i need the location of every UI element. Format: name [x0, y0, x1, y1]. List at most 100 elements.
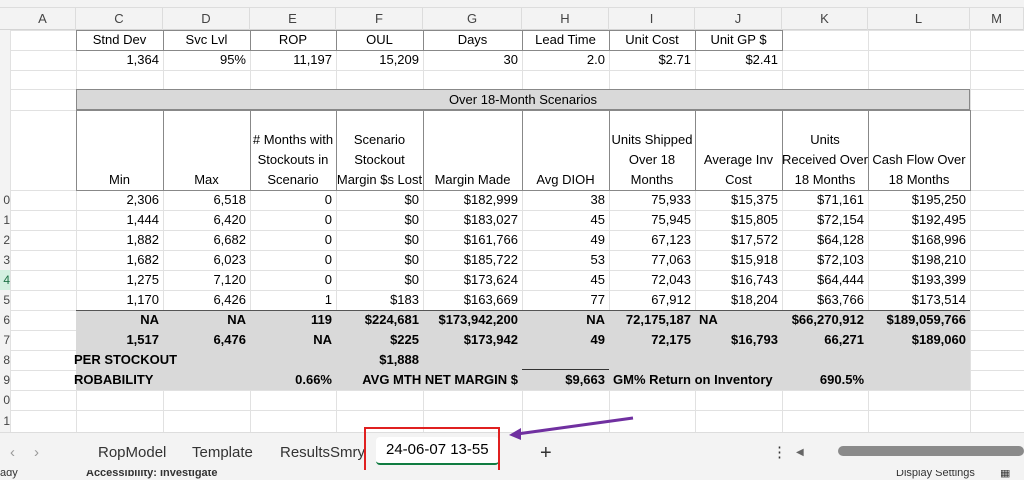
data-cell[interactable]: $0	[336, 270, 423, 290]
data-cell[interactable]: 1,682	[76, 250, 163, 270]
data-cell[interactable]: 7,120	[163, 270, 250, 290]
column-header-i[interactable]: I	[609, 8, 695, 30]
data-cell[interactable]: $15,805	[695, 210, 782, 230]
data-cell[interactable]: $15,375	[695, 190, 782, 210]
data-cell[interactable]: 1,170	[76, 290, 163, 310]
average-cell[interactable]: $189,060	[868, 330, 970, 350]
average-cell[interactable]: 49	[522, 330, 609, 350]
data-cell[interactable]: 2,306	[76, 190, 163, 210]
row-number[interactable]: 1	[0, 210, 10, 230]
data-cell[interactable]: $198,210	[868, 250, 970, 270]
data-cell[interactable]: $195,250	[868, 190, 970, 210]
row-number[interactable]: 5	[0, 290, 10, 310]
data-cell[interactable]: 1,275	[76, 270, 163, 290]
data-cell[interactable]: 6,682	[163, 230, 250, 250]
row-number[interactable]: 6	[0, 310, 10, 330]
data-cell[interactable]: 38	[522, 190, 609, 210]
add-sheet-button[interactable]: +	[530, 441, 562, 465]
data-cell[interactable]: 53	[522, 250, 609, 270]
data-cell[interactable]: 1,444	[76, 210, 163, 230]
row-number[interactable]	[0, 110, 10, 190]
horizontal-scrollbar[interactable]	[838, 446, 1024, 456]
data-cell[interactable]: $0	[336, 230, 423, 250]
column-header-m[interactable]: M	[970, 8, 1024, 30]
data-cell[interactable]: $18,204	[695, 290, 782, 310]
tab-template[interactable]: Template	[182, 441, 263, 465]
row-number[interactable]: 0	[0, 190, 10, 210]
data-cell[interactable]: $64,444	[782, 270, 868, 290]
data-cell[interactable]: 67,912	[609, 290, 695, 310]
data-cell[interactable]: $183	[336, 290, 423, 310]
data-cell[interactable]: 75,945	[609, 210, 695, 230]
column-header-e[interactable]: E	[250, 8, 336, 30]
total-cell[interactable]: $66,270,912	[782, 310, 868, 330]
data-cell[interactable]: 6,420	[163, 210, 250, 230]
data-cell[interactable]: 0	[250, 250, 336, 270]
data-cell[interactable]: $0	[336, 210, 423, 230]
data-cell[interactable]: 67,123	[609, 230, 695, 250]
data-cell[interactable]: 45	[522, 270, 609, 290]
data-cell[interactable]: $163,669	[423, 290, 522, 310]
total-cell[interactable]: NA	[76, 310, 163, 330]
display-settings[interactable]: Display Settings	[896, 470, 975, 479]
average-cell[interactable]: $173,942	[423, 330, 522, 350]
row-number[interactable]: 7	[0, 330, 10, 350]
data-cell[interactable]: 1,882	[76, 230, 163, 250]
param-value[interactable]: 1,364	[76, 50, 163, 70]
column-header-k[interactable]: K	[782, 8, 868, 30]
data-cell[interactable]: $0	[336, 190, 423, 210]
data-cell[interactable]: 0	[250, 230, 336, 250]
data-cell[interactable]: 6,023	[163, 250, 250, 270]
data-cell[interactable]: $168,996	[868, 230, 970, 250]
data-cell[interactable]: 77	[522, 290, 609, 310]
data-cell[interactable]: $185,722	[423, 250, 522, 270]
tab-ropmodel[interactable]: RopModel	[88, 441, 176, 465]
row-number[interactable]: 4	[0, 270, 10, 290]
param-value[interactable]: 15,209	[336, 50, 423, 70]
total-cell[interactable]: NA	[522, 310, 609, 330]
total-cell[interactable]: $224,681	[336, 310, 423, 330]
data-cell[interactable]: 0	[250, 210, 336, 230]
average-cell[interactable]: $225	[336, 330, 423, 350]
data-cell[interactable]: 6,518	[163, 190, 250, 210]
data-cell[interactable]: $173,624	[423, 270, 522, 290]
scroll-left-icon[interactable]: ◀	[786, 441, 814, 465]
row-number[interactable]: 0	[0, 390, 10, 410]
data-cell[interactable]: 77,063	[609, 250, 695, 270]
data-cell[interactable]: $161,766	[423, 230, 522, 250]
data-cell[interactable]: $183,027	[423, 210, 522, 230]
tab-resultssmry[interactable]: ResultsSmry	[270, 441, 375, 465]
next-sheet-icon[interactable]: ›	[24, 441, 49, 465]
data-cell[interactable]: $63,766	[782, 290, 868, 310]
data-cell[interactable]: $71,161	[782, 190, 868, 210]
param-value[interactable]: $2.71	[609, 50, 695, 70]
data-cell[interactable]: 6,426	[163, 290, 250, 310]
data-cell[interactable]: 1	[250, 290, 336, 310]
row-number[interactable]: 1	[0, 410, 10, 432]
column-header-d[interactable]: D	[163, 8, 250, 30]
data-cell[interactable]: $15,918	[695, 250, 782, 270]
total-cell[interactable]: NA	[163, 310, 250, 330]
average-cell[interactable]: $16,793	[695, 330, 782, 350]
row-number[interactable]: 9	[0, 370, 10, 390]
column-header-c[interactable]: C	[76, 8, 163, 30]
param-value[interactable]: 30	[423, 50, 522, 70]
param-value[interactable]: 11,197	[250, 50, 336, 70]
row-number[interactable]	[0, 30, 10, 50]
param-value[interactable]: 2.0	[522, 50, 609, 70]
total-cell[interactable]: 72,175,187	[609, 310, 695, 330]
total-cell[interactable]: 119	[250, 310, 336, 330]
data-cell[interactable]: 49	[522, 230, 609, 250]
row-number[interactable]: 8	[0, 350, 10, 370]
row-number[interactable]: 2	[0, 230, 10, 250]
data-cell[interactable]: $192,495	[868, 210, 970, 230]
data-cell[interactable]: $193,399	[868, 270, 970, 290]
data-cell[interactable]: 75,933	[609, 190, 695, 210]
data-cell[interactable]: 0	[250, 270, 336, 290]
normal-view-icon[interactable]: ▦	[1000, 470, 1010, 479]
row-number[interactable]	[0, 89, 10, 110]
average-cell[interactable]: 72,175	[609, 330, 695, 350]
average-cell[interactable]: 66,271	[782, 330, 868, 350]
data-cell[interactable]: $16,743	[695, 270, 782, 290]
column-header-j[interactable]: J	[695, 8, 782, 30]
